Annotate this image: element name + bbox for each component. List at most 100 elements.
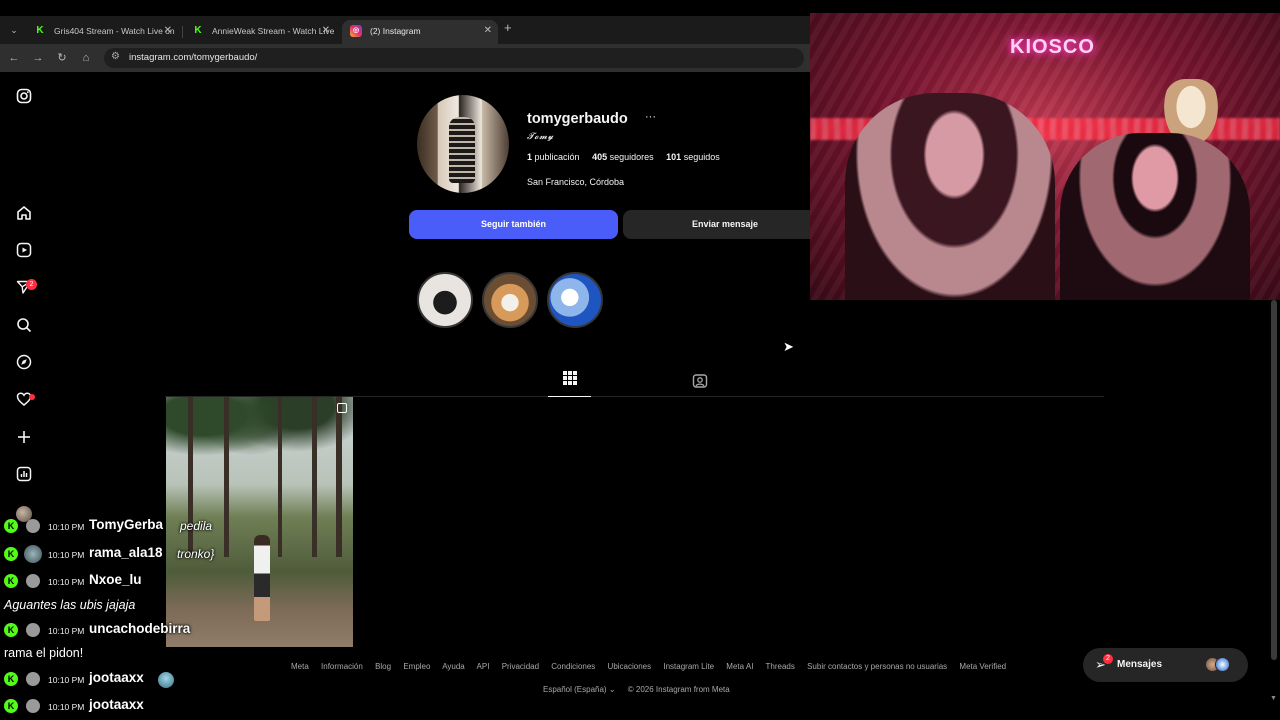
footer-link[interactable]: Ayuda xyxy=(442,662,465,671)
tagged-icon xyxy=(692,374,708,388)
more-options-button[interactable]: ··· xyxy=(645,111,656,123)
search-icon[interactable] xyxy=(14,317,34,337)
tab-gris404[interactable]: K Gris404 Stream - Watch Live on ✕ xyxy=(26,20,178,44)
chat-time: 10:10 PM xyxy=(48,626,85,636)
footer-link[interactable]: Meta Verified xyxy=(959,662,1006,671)
address-bar: ← → ↻ ⌂ ⚙ instagram.com/tomygerbaudo/ xyxy=(0,44,810,72)
footer-link[interactable]: Blog xyxy=(375,662,391,671)
footer-link[interactable]: Información xyxy=(321,662,363,671)
user-icon xyxy=(26,672,40,686)
stream-chat-overlay: K 10:10 PM TomyGerba pedila K 10:10 PM r… xyxy=(0,514,270,720)
profile-stats: 1 publicación 405 seguidores 101 seguido… xyxy=(527,152,730,162)
webcam-overlay: KIOSCO xyxy=(810,13,1280,300)
activity-dot xyxy=(29,394,35,400)
chat-username: rama_ala18 xyxy=(89,545,163,560)
footer-link[interactable]: Ubicaciones xyxy=(608,662,652,671)
footer-link[interactable]: Meta xyxy=(291,662,309,671)
tab-label: Gris404 Stream - Watch Live on xyxy=(54,26,175,36)
back-icon[interactable]: ← xyxy=(6,50,22,66)
carousel-icon xyxy=(337,403,347,413)
post-photo xyxy=(166,397,353,487)
instagram-logo-icon[interactable] xyxy=(14,88,34,108)
footer-link[interactable]: Empleo xyxy=(403,662,430,671)
tab-annieweak[interactable]: K AnnieWeak Stream - Watch Live ✕ xyxy=(184,20,336,44)
reload-icon[interactable]: ↻ xyxy=(54,50,70,66)
chat-time: 10:10 PM xyxy=(48,577,85,587)
chat-time: 10:10 PM xyxy=(48,522,85,532)
footer-link[interactable]: Condiciones xyxy=(551,662,595,671)
chat-text: rama el pidon! xyxy=(4,646,84,660)
home-icon[interactable] xyxy=(14,205,34,225)
chat-time: 10:10 PM xyxy=(48,675,85,685)
profile-avatar[interactable] xyxy=(417,95,509,193)
chat-message: K 10:10 PM jootaaxx xyxy=(0,667,260,691)
create-icon[interactable] xyxy=(14,429,34,449)
tagged-tab[interactable] xyxy=(691,373,709,391)
neon-sign: KIOSCO xyxy=(1010,36,1095,58)
reels-icon[interactable] xyxy=(14,242,34,262)
site-info-icon[interactable]: ⚙ xyxy=(111,51,120,62)
tab-instagram[interactable]: ◎ (2) Instagram ✕ xyxy=(342,20,498,44)
chat-message: K 10:10 PM jootaaxx xyxy=(0,694,260,718)
posts-grid-tab[interactable] xyxy=(548,369,591,397)
messages-button[interactable]: ➢ 2 Mensajes xyxy=(1083,648,1248,682)
story-highlight[interactable] xyxy=(547,272,603,328)
followers-stat[interactable]: 405 seguidores xyxy=(592,152,654,162)
footer-meta: Español (España) ⌄ © 2026 Instagram from… xyxy=(543,685,730,694)
notifications-badge: 2 xyxy=(26,279,37,290)
chat-time: 10:10 PM xyxy=(48,550,85,560)
messages-badge: 2 xyxy=(1103,654,1113,664)
chat-text: pedila xyxy=(180,519,213,533)
avatar-photo xyxy=(449,117,475,183)
dashboard-icon[interactable] xyxy=(14,466,34,486)
mouse-cursor-icon: ➤ xyxy=(783,339,794,354)
footer-link[interactable]: Privacidad xyxy=(502,662,539,671)
scroll-down-icon[interactable]: ▼ xyxy=(1270,695,1277,702)
language-select[interactable]: Español (España) ⌄ xyxy=(543,685,616,694)
kick-icon: K xyxy=(36,25,44,36)
footer-link[interactable]: Subir contactos y personas no usuarias xyxy=(807,662,947,671)
user-icon xyxy=(26,574,40,588)
tab-search-button[interactable]: ⌄ xyxy=(6,22,22,38)
tab-bar: ⌄ K Gris404 Stream - Watch Live on ✕ K A… xyxy=(0,16,810,44)
chat-username: TomyGerba xyxy=(89,517,164,532)
send-message-button[interactable]: Enviar mensaje xyxy=(623,210,827,239)
following-stat[interactable]: 101 seguidos xyxy=(666,152,720,162)
kick-icon: K xyxy=(4,623,18,637)
follow-back-button[interactable]: Seguir también xyxy=(409,210,618,239)
story-highlight[interactable] xyxy=(417,272,473,328)
kick-icon: K xyxy=(194,25,202,36)
explore-icon[interactable] xyxy=(14,354,34,374)
url-text: instagram.com/tomygerbaudo/ xyxy=(129,52,258,63)
kick-icon: K xyxy=(4,519,18,533)
close-icon[interactable]: ✕ xyxy=(164,20,172,42)
user-avatar xyxy=(24,545,42,563)
forward-icon[interactable]: → xyxy=(30,50,46,66)
home-icon[interactable]: ⌂ xyxy=(78,50,94,66)
close-icon[interactable]: ✕ xyxy=(484,20,492,42)
user-icon xyxy=(26,623,40,637)
tab-separator xyxy=(182,26,183,38)
chat-text: tronko} xyxy=(177,547,215,561)
user-icon xyxy=(26,699,40,713)
footer-link[interactable]: Threads xyxy=(766,662,795,671)
kick-icon: K xyxy=(4,574,18,588)
kick-icon: K xyxy=(4,547,18,561)
streamer-left xyxy=(845,93,1055,300)
story-highlight[interactable] xyxy=(482,272,538,328)
avatar xyxy=(1215,657,1230,672)
kick-icon: K xyxy=(4,699,18,713)
chat-username: jootaaxx xyxy=(89,670,144,685)
close-icon[interactable]: ✕ xyxy=(322,20,330,42)
new-tab-button[interactable]: + xyxy=(504,20,512,35)
posts-stat: 1 publicación xyxy=(527,152,580,162)
footer-link[interactable]: Meta AI xyxy=(726,662,753,671)
chat-message: K 10:10 PM uncachodebirra xyxy=(0,618,260,642)
url-field[interactable]: ⚙ instagram.com/tomygerbaudo/ xyxy=(104,48,804,68)
chat-username: jootaaxx xyxy=(89,697,144,712)
footer-link[interactable]: API xyxy=(477,662,490,671)
scrollbar[interactable] xyxy=(1271,300,1277,660)
profile-location: San Francisco, Córdoba xyxy=(527,177,625,187)
messages-label: Mensajes xyxy=(1117,659,1163,670)
footer-link[interactable]: Instagram Lite xyxy=(663,662,714,671)
